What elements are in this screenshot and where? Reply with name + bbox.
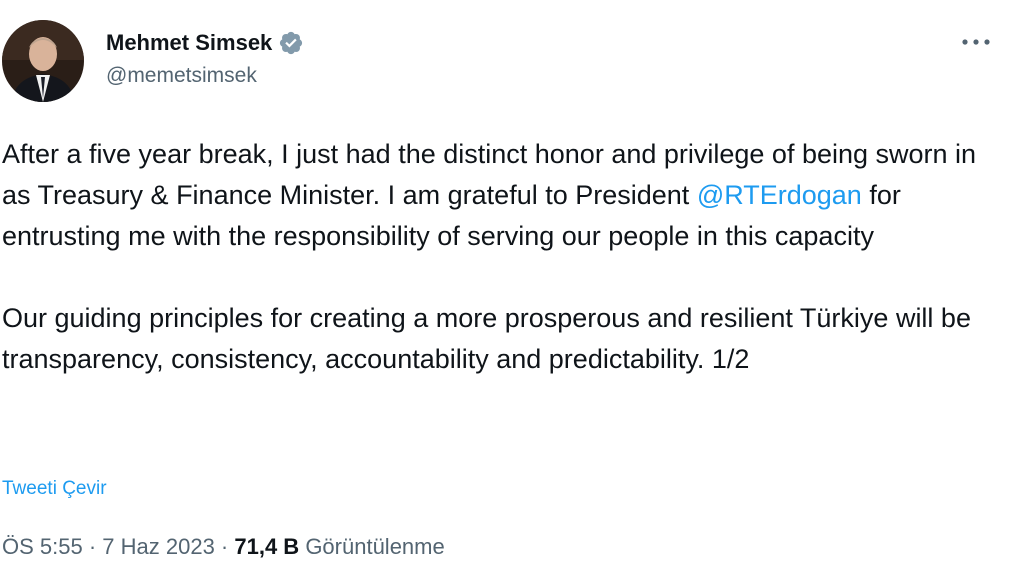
tweet-time[interactable]: ÖS 5:55 (2, 534, 83, 559)
display-name[interactable]: Mehmet Simsek (106, 30, 272, 56)
tweet-card: Mehmet Simsek @memetsimsek After a five … (0, 0, 1024, 562)
tweet-paragraph-1: After a five year break, I just had the … (2, 134, 1012, 257)
verified-badge-icon[interactable] (278, 30, 304, 56)
views-count[interactable]: 71,4 B (234, 534, 299, 559)
more-options-button[interactable] (958, 30, 994, 54)
tweet-paragraph-2: Our guiding principles for creating a mo… (2, 303, 971, 374)
tweet-text: After a five year break, I just had the … (2, 134, 1012, 380)
tweet-metadata: ÖS 5:55 · 7 Haz 2023 · 71,4 B Görüntülen… (2, 534, 445, 560)
profile-photo (2, 20, 84, 102)
name-row: Mehmet Simsek (106, 28, 304, 58)
mention-link[interactable]: @RTErdogan (697, 180, 862, 210)
avatar[interactable] (2, 20, 84, 102)
translate-tweet-link[interactable]: Tweeti Çevir (2, 478, 107, 500)
more-horizontal-icon (962, 39, 990, 45)
separator: · (214, 534, 235, 559)
views-label: Görüntülenme (299, 534, 445, 559)
tweet-date[interactable]: 7 Haz 2023 (102, 534, 215, 559)
author-info: Mehmet Simsek @memetsimsek (106, 28, 304, 88)
handle[interactable]: @memetsimsek (106, 64, 304, 88)
separator: · (82, 534, 103, 559)
